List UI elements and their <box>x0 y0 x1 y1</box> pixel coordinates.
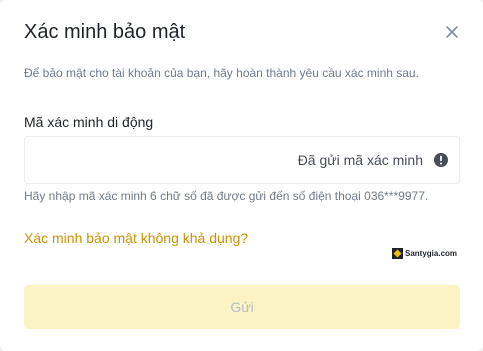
dialog-subtitle: Để bảo mật cho tài khoản của bạn, hãy ho… <box>24 66 419 80</box>
mobile-code-input[interactable] <box>35 137 295 183</box>
watermark-logo-icon <box>392 247 403 259</box>
verification-unavailable-link[interactable]: Xác minh bảo mật không khả dụng? <box>24 228 248 248</box>
mobile-code-hint: Hãy nhập mã xác minh 6 chữ số đã được gử… <box>24 189 429 203</box>
close-icon <box>446 26 458 38</box>
submit-button[interactable]: Gửi <box>24 285 460 329</box>
mobile-code-field[interactable]: Đã gửi mã xác minh <box>24 136 460 184</box>
security-verification-dialog: Xác minh bảo mật Để bảo mật cho tài khoả… <box>0 0 483 351</box>
dialog-title: Xác minh bảo mật <box>24 21 186 43</box>
watermark: Santygia.com <box>392 246 457 260</box>
close-button[interactable] <box>440 20 464 44</box>
mobile-code-label: Mã xác minh di động <box>24 114 154 130</box>
warning-circle-icon[interactable] <box>433 152 449 168</box>
watermark-text: Santygia.com <box>405 248 458 258</box>
code-sent-status: Đã gửi mã xác minh <box>297 152 423 168</box>
